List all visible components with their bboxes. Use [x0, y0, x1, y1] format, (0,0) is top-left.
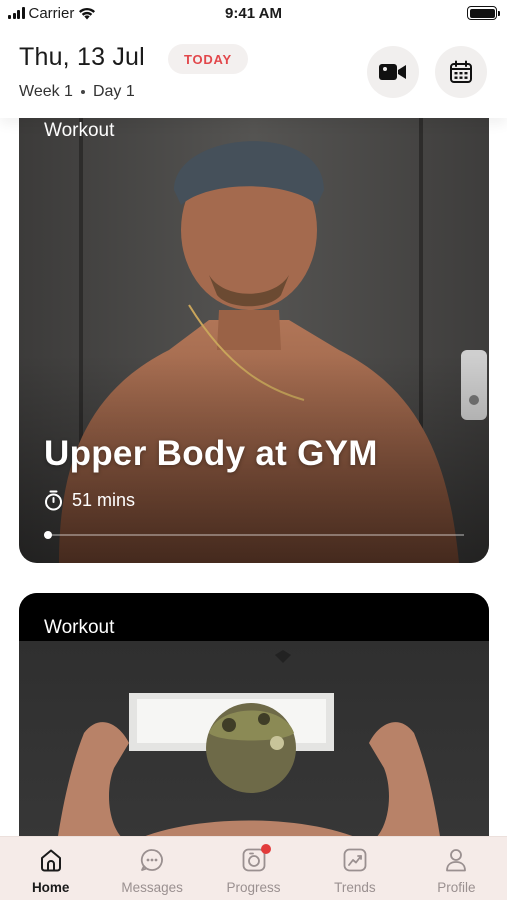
tab-home[interactable]: Home	[0, 837, 101, 900]
user-icon	[446, 849, 467, 872]
bottom-tab-bar: Home Messages Progress Trends Profile	[0, 836, 507, 900]
separator-dot	[80, 90, 85, 94]
today-badge[interactable]: TODAY	[168, 44, 248, 74]
tab-messages[interactable]: Messages	[101, 837, 202, 900]
workout-feed[interactable]: Workout Upper Body at GYM 51 mins Workou…	[0, 0, 507, 900]
app-header: Thu, 13 Jul TODAY Week 1 Day 1	[0, 26, 507, 118]
battery-icon	[467, 6, 500, 20]
video-camera-icon	[379, 64, 406, 80]
trend-chart-icon	[343, 848, 367, 872]
progress-knob	[44, 531, 52, 539]
calendar-button[interactable]	[435, 46, 487, 98]
workout-card[interactable]: Workout Upper Body at GYM 51 mins	[19, 100, 489, 563]
tab-profile[interactable]: Profile	[406, 837, 507, 900]
workout-progress	[44, 531, 464, 539]
calendar-icon	[450, 60, 472, 83]
home-icon	[40, 849, 61, 872]
tab-progress[interactable]: Progress	[203, 837, 304, 900]
progress-icon-wrap	[241, 844, 271, 873]
video-call-button[interactable]	[367, 46, 419, 98]
card-category-label: Workout	[44, 120, 115, 141]
wifi-icon	[79, 7, 96, 19]
tab-label: Trends	[334, 880, 376, 895]
week-day-indicator: Week 1 Day 1	[19, 83, 135, 101]
tab-label: Messages	[121, 880, 183, 895]
carrier-label: Carrier	[28, 4, 75, 22]
status-bar: Carrier 9:41 AM	[0, 0, 507, 26]
signal-icon	[8, 7, 25, 19]
day-label: Day 1	[92, 83, 135, 100]
card-category-label: Workout	[44, 617, 115, 638]
stopwatch-icon	[45, 490, 62, 511]
tab-label: Home	[31, 880, 70, 895]
duration: 51 mins	[44, 490, 135, 511]
tab-label: Profile	[437, 880, 476, 895]
tab-label: Progress	[226, 880, 281, 895]
chat-icon	[140, 849, 163, 871]
week-label: Week 1	[19, 83, 73, 100]
notification-dot	[260, 844, 271, 854]
duration-text: 51 mins	[72, 490, 136, 510]
workout-title: Upper Body at GYM	[44, 434, 378, 473]
page-title: Thu, 13 Jul	[19, 43, 145, 71]
tab-trends[interactable]: Trends	[304, 837, 405, 900]
status-left: Carrier	[8, 5, 96, 22]
